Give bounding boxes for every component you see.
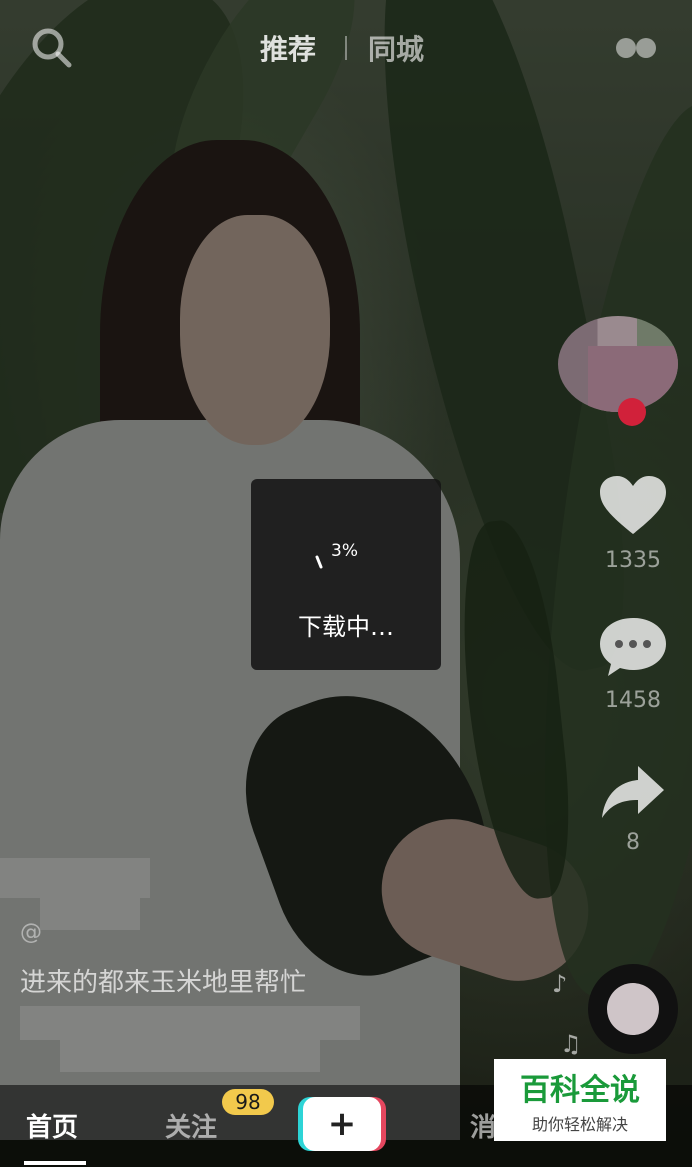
top-navigation: 推荐 同城 (0, 0, 692, 100)
create-video-button[interactable]: + (303, 1097, 381, 1151)
nav-message[interactable]: 消 (470, 1107, 496, 1144)
mosaic-block (20, 1006, 360, 1040)
share-button[interactable]: 8 (596, 762, 670, 855)
like-button[interactable]: 1335 (596, 474, 670, 573)
plus-icon: + (327, 1104, 357, 1144)
share-count: 8 (626, 830, 640, 855)
creator-avatar[interactable] (558, 316, 678, 412)
search-icon[interactable] (28, 24, 76, 72)
download-progress-dialog: 3% 下载中… (251, 479, 441, 670)
tab-nearby[interactable]: 同城 (368, 28, 424, 68)
download-status: 下载中… (298, 613, 394, 641)
like-count: 1335 (605, 548, 661, 573)
download-percent: 3% (331, 541, 358, 561)
nav-home[interactable]: 首页 (26, 1107, 78, 1144)
share-icon (602, 766, 664, 818)
watermark-subtitle: 助你轻松解决 (531, 1115, 628, 1134)
music-note-icon: ♫ (560, 1030, 582, 1058)
follow-count-badge: 98 (222, 1089, 274, 1115)
active-tab-indicator (24, 1161, 86, 1165)
comment-count: 1458 (605, 688, 661, 713)
nav-follow[interactable]: 关注 (165, 1107, 217, 1144)
mosaic-block (40, 898, 140, 930)
video-caption: 进来的都来玉米地里帮忙 (20, 968, 307, 998)
comment-button[interactable]: 1458 (596, 614, 670, 713)
mosaic-block (60, 1040, 320, 1072)
music-note-icon: ♪ (552, 970, 568, 998)
loading-spinner-icon (315, 555, 323, 569)
heart-icon (600, 476, 666, 534)
author-name[interactable]: @ (20, 920, 42, 945)
tab-recommend[interactable]: 推荐 (260, 28, 316, 68)
watermark-title: 百科全说 (520, 1073, 640, 1108)
site-watermark: 百科全说 助你轻松解决 (494, 1059, 666, 1141)
music-cover-avatar (607, 983, 659, 1035)
tab-divider (345, 36, 347, 60)
follow-plus-icon[interactable] (618, 398, 646, 426)
music-disc-button[interactable] (588, 964, 678, 1054)
comment-icon (600, 618, 666, 676)
live-icon[interactable] (614, 34, 658, 62)
mosaic-block (0, 858, 150, 898)
